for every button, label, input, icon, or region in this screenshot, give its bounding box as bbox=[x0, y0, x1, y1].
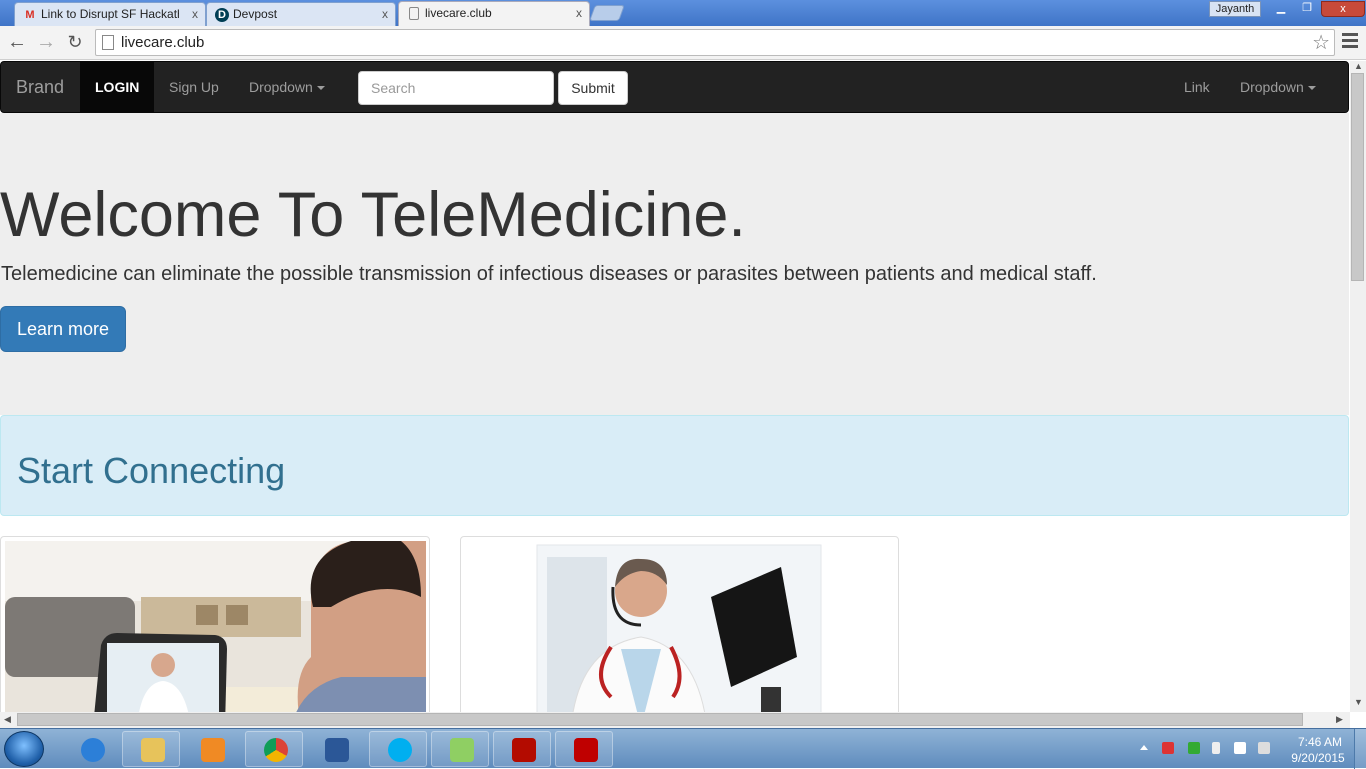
back-icon[interactable]: ← bbox=[5, 31, 29, 55]
acrobat-icon[interactable] bbox=[493, 731, 551, 767]
tab-gmail[interactable]: M Link to Disrupt SF Hackath x bbox=[14, 2, 206, 26]
tab-close-icon[interactable]: x bbox=[382, 7, 388, 21]
network-sync-icon[interactable] bbox=[1188, 742, 1200, 754]
clock-date[interactable]: 9/20/2015 bbox=[1286, 751, 1350, 765]
caret-down-icon bbox=[1307, 86, 1316, 91]
nav-dropdown-label: Dropdown bbox=[249, 79, 313, 95]
tab-livecare[interactable]: livecare.club x bbox=[398, 1, 590, 26]
reload-icon[interactable]: ↻ bbox=[63, 31, 87, 55]
page-icon bbox=[102, 35, 114, 50]
nav-dropdown[interactable]: Dropdown bbox=[234, 62, 340, 112]
scroll-up-icon[interactable]: ▲ bbox=[1354, 61, 1363, 71]
minimize-icon[interactable]: ▁ bbox=[1268, 1, 1294, 17]
vertical-scrollbar[interactable]: ▲ ▼ bbox=[1350, 61, 1366, 712]
nav-right-dropdown[interactable]: Dropdown bbox=[1225, 62, 1331, 112]
address-bar[interactable]: livecare.club ☆ bbox=[95, 29, 1335, 56]
hero-lead: Telemedicine can eliminate the possible … bbox=[1, 263, 1097, 285]
doctor-headset-image bbox=[536, 544, 822, 712]
url-text: livecare.club bbox=[121, 34, 205, 51]
nav-link[interactable]: Link bbox=[1169, 62, 1225, 112]
scroll-right-icon[interactable]: ▶ bbox=[1336, 714, 1343, 725]
horizontal-scrollbar[interactable]: ◀ ▶ bbox=[0, 712, 1350, 728]
tab-devpost[interactable]: D Devpost x bbox=[206, 2, 396, 26]
patient-video-call-image bbox=[5, 541, 426, 712]
wifi-signal-icon[interactable] bbox=[1234, 742, 1246, 754]
learn-more-button[interactable]: Learn more bbox=[0, 306, 126, 352]
tab-close-icon[interactable]: x bbox=[192, 7, 198, 21]
profile-name[interactable]: Jayanth bbox=[1209, 1, 1261, 17]
navbar: Brand LOGIN Sign Up Dropdown Search Subm… bbox=[0, 61, 1349, 113]
caret-down-icon bbox=[316, 86, 325, 91]
alert-heading: Start Connecting bbox=[17, 450, 286, 491]
scroll-left-icon[interactable]: ◀ bbox=[4, 714, 11, 725]
windows-start-icon[interactable] bbox=[4, 731, 44, 767]
bookmark-star-icon[interactable]: ☆ bbox=[1312, 30, 1330, 55]
nav-right-dropdown-label: Dropdown bbox=[1240, 79, 1304, 95]
clock-time[interactable]: 7:46 AM bbox=[1290, 735, 1350, 749]
close-icon[interactable]: x bbox=[1321, 1, 1365, 17]
new-tab-button[interactable] bbox=[589, 5, 625, 21]
taskbar: 7:46 AM 9/20/2015 bbox=[0, 728, 1366, 769]
file-explorer-icon[interactable] bbox=[122, 731, 180, 767]
nav-signup[interactable]: Sign Up bbox=[154, 62, 234, 112]
horizontal-scroll-thumb[interactable] bbox=[17, 713, 1303, 726]
menu-icon[interactable] bbox=[1342, 33, 1358, 51]
tab-title: Devpost bbox=[233, 7, 278, 21]
tab-title: Link to Disrupt SF Hackath bbox=[41, 7, 179, 21]
navbar-brand[interactable]: Brand bbox=[1, 62, 79, 112]
search-input[interactable]: Search bbox=[358, 71, 554, 105]
browser-tab-strip: M Link to Disrupt SF Hackath x D Devpost… bbox=[0, 0, 1366, 26]
internet-explorer-icon[interactable] bbox=[62, 731, 120, 767]
thumbnail-patient[interactable] bbox=[0, 536, 430, 712]
scroll-down-icon[interactable]: ▼ bbox=[1354, 697, 1363, 707]
tray-expand-icon[interactable] bbox=[1140, 745, 1148, 750]
forward-icon[interactable]: → bbox=[34, 31, 58, 55]
info-alert: Start Connecting bbox=[0, 415, 1349, 516]
restore-icon[interactable]: ❐ bbox=[1294, 1, 1320, 17]
page-viewport: Brand LOGIN Sign Up Dropdown Search Subm… bbox=[0, 61, 1350, 712]
page-icon bbox=[409, 7, 419, 20]
filezilla-icon[interactable] bbox=[555, 731, 613, 767]
gmail-icon: M bbox=[25, 9, 35, 21]
action-center-icon[interactable] bbox=[1162, 742, 1174, 754]
jumbotron: Welcome To TeleMedicine. Telemedicine ca… bbox=[0, 113, 1349, 415]
tab-title: livecare.club bbox=[425, 6, 492, 20]
volume-icon[interactable] bbox=[1258, 742, 1270, 754]
tab-close-icon[interactable]: x bbox=[576, 6, 582, 20]
battery-icon[interactable] bbox=[1212, 742, 1220, 754]
chrome-icon[interactable] bbox=[245, 731, 303, 767]
nav-login[interactable]: LOGIN bbox=[80, 62, 154, 112]
hero-title: Welcome To TeleMedicine. bbox=[0, 180, 746, 250]
vertical-scroll-thumb[interactable] bbox=[1351, 73, 1364, 281]
thumbnail-doctor[interactable] bbox=[460, 536, 899, 712]
skype-icon[interactable] bbox=[369, 731, 427, 767]
submit-button[interactable]: Submit bbox=[558, 71, 628, 105]
browser-toolbar: ← → ↻ livecare.club ☆ bbox=[0, 26, 1366, 60]
notepad-icon[interactable] bbox=[431, 731, 489, 767]
devpost-icon: D bbox=[215, 8, 229, 22]
word-icon[interactable] bbox=[306, 731, 364, 767]
show-desktop-button[interactable] bbox=[1354, 729, 1366, 769]
media-player-icon[interactable] bbox=[182, 731, 240, 767]
